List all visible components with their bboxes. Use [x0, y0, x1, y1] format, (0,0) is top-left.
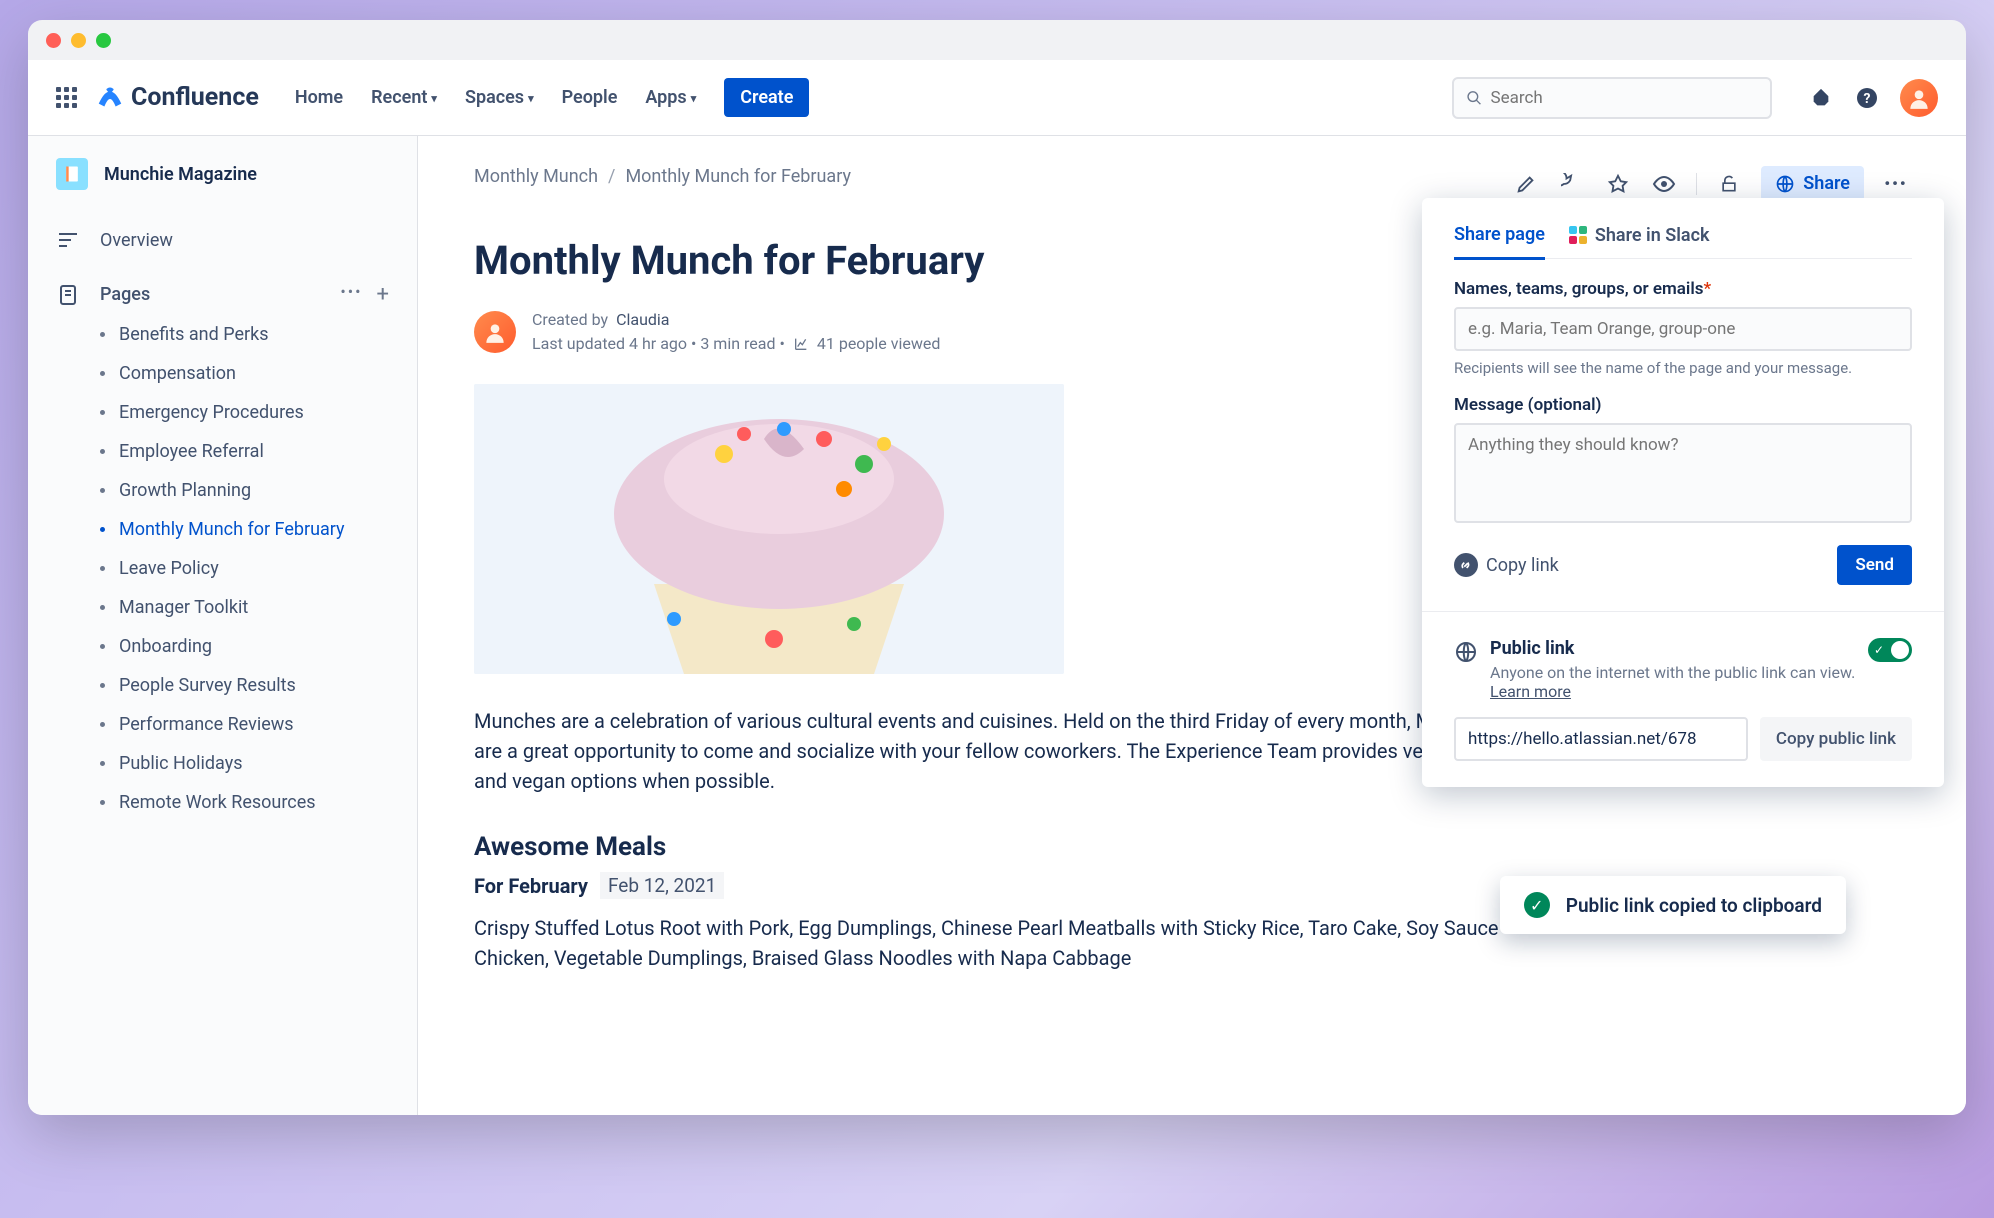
heading-meals: Awesome Meals [474, 832, 1910, 862]
edit-icon[interactable] [1512, 170, 1540, 198]
close-window-icon[interactable] [46, 33, 61, 48]
app-switcher-icon[interactable] [56, 87, 77, 108]
restrictions-icon[interactable] [1715, 170, 1743, 198]
chevron-down-icon: ▾ [528, 92, 534, 105]
primary-nav: Home Recent▾ Spaces▾ People Apps▾ Create [295, 78, 810, 117]
globe-icon [1454, 640, 1478, 664]
notifications-icon[interactable] [1808, 85, 1834, 111]
link-icon [1459, 558, 1473, 572]
copy-link-button[interactable]: Copy link [1454, 553, 1559, 577]
names-hint: Recipients will see the name of the page… [1454, 359, 1912, 377]
intro-paragraph: Munches are a celebration of various cul… [474, 706, 1524, 796]
slack-icon [1569, 226, 1587, 244]
chevron-down-icon: ▾ [431, 92, 437, 105]
public-link-title: Public link [1490, 638, 1856, 659]
more-icon[interactable]: ••• [340, 282, 362, 307]
analytics-icon [793, 336, 809, 352]
sidebar-page-item[interactable]: Remote Work Resources [28, 783, 417, 822]
toast-message: Public link copied to clipboard [1566, 894, 1822, 917]
breadcrumb-current[interactable]: Monthly Munch for February [625, 166, 851, 187]
add-page-icon[interactable]: + [377, 282, 389, 307]
sidebar-page-item[interactable]: Compensation [28, 354, 417, 393]
share-button[interactable]: Share [1761, 166, 1864, 201]
search-box[interactable] [1452, 77, 1772, 119]
watch-icon[interactable] [1650, 170, 1678, 198]
sidebar-page-item[interactable]: Onboarding [28, 627, 417, 666]
minimize-window-icon[interactable] [71, 33, 86, 48]
sidebar-page-item[interactable]: Leave Policy [28, 549, 417, 588]
nav-people[interactable]: People [562, 87, 618, 108]
space-icon [56, 158, 88, 190]
success-icon: ✓ [1524, 892, 1550, 918]
overview-icon [56, 228, 80, 252]
chevron-down-icon: ▾ [691, 92, 697, 105]
names-label: Names, teams, groups, or emails* [1454, 279, 1912, 299]
tab-share-slack[interactable]: Share in Slack [1569, 224, 1710, 258]
learn-more-link[interactable]: Learn more [1490, 682, 1571, 701]
sidebar-page-item[interactable]: Employee Referral [28, 432, 417, 471]
send-button[interactable]: Send [1837, 545, 1912, 585]
toast: ✓ Public link copied to clipboard [1500, 876, 1846, 934]
sidebar-page-item[interactable]: Manager Toolkit [28, 588, 417, 627]
product-name: Confluence [131, 83, 259, 112]
public-link-desc: Anyone on the internet with the public l… [1490, 663, 1856, 701]
sidebar-page-item[interactable]: Emergency Procedures [28, 393, 417, 432]
share-popover: Share page Share in Slack Names, teams, … [1422, 198, 1944, 787]
menu-paragraph: Crispy Stuffed Lotus Root with Pork, Egg… [474, 913, 1524, 973]
nav-recent[interactable]: Recent▾ [371, 87, 437, 108]
public-link-toggle[interactable]: ✓ [1868, 638, 1912, 662]
hero-image [474, 384, 1064, 674]
nav-apps[interactable]: Apps▾ [645, 87, 696, 108]
sidebar: Munchie Magazine Overview Pages ••• + Be… [28, 136, 418, 1115]
message-input[interactable] [1454, 423, 1912, 523]
create-button[interactable]: Create [724, 78, 809, 117]
top-nav: Confluence Home Recent▾ Spaces▾ People A… [28, 60, 1966, 136]
sidebar-page-item[interactable]: Public Holidays [28, 744, 417, 783]
nav-spaces[interactable]: Spaces▾ [465, 87, 534, 108]
sidebar-page-item[interactable]: Growth Planning [28, 471, 417, 510]
nav-home[interactable]: Home [295, 87, 343, 108]
maximize-window-icon[interactable] [96, 33, 111, 48]
profile-avatar[interactable] [1900, 79, 1938, 117]
search-input[interactable] [1490, 88, 1758, 108]
author-avatar[interactable] [474, 311, 516, 353]
sidebar-overview[interactable]: Overview [28, 218, 417, 262]
breadcrumb-parent[interactable]: Monthly Munch [474, 166, 598, 187]
author-name[interactable]: Claudia [616, 308, 669, 332]
more-actions-icon[interactable]: ••• [1882, 170, 1910, 198]
svg-text:?: ? [1864, 91, 1871, 107]
message-label: Message (optional) [1454, 395, 1912, 415]
space-title[interactable]: Munchie Magazine [104, 164, 257, 185]
product-logo[interactable]: Confluence [95, 83, 259, 113]
mac-titlebar [28, 20, 1966, 60]
sidebar-page-item[interactable]: Monthly Munch for February [28, 510, 417, 549]
byline: Created by Claudia Last updated 4 hr ago… [532, 308, 940, 356]
main-content: Monthly Munch / Monthly Munch for Februa… [418, 136, 1966, 1115]
search-icon [1466, 89, 1482, 107]
names-input[interactable] [1454, 307, 1912, 351]
pages-icon [56, 283, 80, 307]
page-actions: Share ••• [1512, 166, 1910, 201]
sidebar-page-item[interactable]: People Survey Results [28, 666, 417, 705]
sidebar-page-item[interactable]: Benefits and Perks [28, 315, 417, 354]
comment-icon[interactable] [1558, 170, 1586, 198]
globe-icon [1775, 174, 1795, 194]
star-icon[interactable] [1604, 170, 1632, 198]
copy-public-link-button[interactable]: Copy public link [1760, 717, 1912, 761]
date-chip: Feb 12, 2021 [600, 872, 724, 899]
tab-share-page[interactable]: Share page [1454, 224, 1545, 260]
sidebar-page-item[interactable]: Performance Reviews [28, 705, 417, 744]
sidebar-section-pages[interactable]: Pages [100, 284, 320, 305]
help-icon[interactable]: ? [1854, 85, 1880, 111]
public-url-box[interactable]: https://hello.atlassian.net/678 [1454, 717, 1748, 761]
